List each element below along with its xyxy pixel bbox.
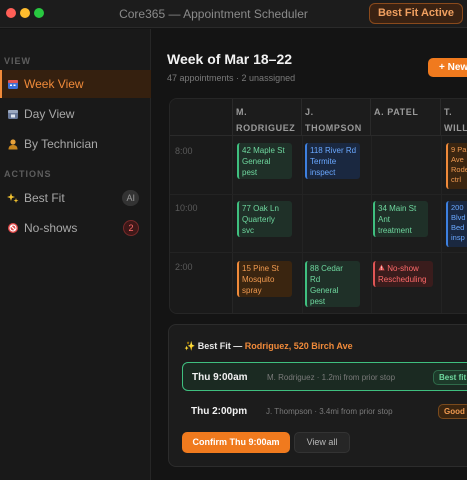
time-label-8: 8:00 bbox=[175, 146, 193, 156]
column-divider bbox=[441, 136, 442, 313]
page-title: Week of Mar 18–22 bbox=[167, 51, 293, 67]
sidebar-item-label: By Technician bbox=[24, 137, 98, 151]
column-divider bbox=[371, 136, 372, 313]
sidebar-item-by-technician[interactable]: By Technician bbox=[0, 130, 151, 158]
best-fit-heading: ✨ Best Fit — Rodriguez, 520 Birch Ave bbox=[184, 341, 353, 352]
appointment-card[interactable]: 15 Pine St Mosquito spray bbox=[237, 261, 292, 297]
best-fit-panel: ✨ Best Fit — Rodriguez, 520 Birch Ave Th… bbox=[168, 324, 467, 467]
sparkles-icon bbox=[6, 191, 20, 205]
slot-info: M. Rodriguez · 1.2mi from prior stop bbox=[267, 373, 396, 382]
sidebar-item-best-fit[interactable]: Best Fit AI bbox=[0, 184, 151, 212]
appointment-card[interactable]: 118 River Rd Termite inspect bbox=[305, 143, 360, 179]
sidebar-item-label: Best Fit bbox=[24, 191, 65, 205]
view-section-label: VIEW bbox=[4, 56, 32, 66]
appointment-card[interactable]: 77 Oak Ln Quarterly svc bbox=[237, 201, 292, 237]
ai-badge: AI bbox=[122, 190, 139, 206]
calendar-icon bbox=[6, 77, 20, 91]
confirm-slot-button[interactable]: Confirm Thu 9:00am bbox=[182, 432, 290, 453]
calendar-day-icon bbox=[6, 107, 20, 121]
column-header-patel[interactable]: A. PATEL bbox=[371, 99, 441, 136]
row-divider bbox=[170, 252, 467, 253]
view-all-button[interactable]: View all bbox=[294, 432, 350, 453]
slot-time: Thu 9:00am bbox=[192, 372, 248, 383]
row-divider bbox=[170, 194, 467, 195]
slot-info: J. Thompson · 3.4mi from prior stop bbox=[266, 407, 393, 416]
best-fit-heading-target: Rodriguez, 520 Birch Ave bbox=[244, 341, 353, 351]
no-show-icon bbox=[6, 221, 20, 235]
person-icon bbox=[6, 137, 20, 151]
column-divider bbox=[302, 136, 303, 313]
sidebar-item-no-shows[interactable]: No-shows 2 bbox=[0, 214, 151, 242]
week-calendar-grid: M. RODRIGUEZ J. THOMPSON A. PATEL T. WIL… bbox=[169, 98, 467, 314]
time-label-2: 2:00 bbox=[175, 262, 193, 272]
sidebar-item-label: No-shows bbox=[24, 221, 78, 235]
actions-section-label: ACTIONS bbox=[4, 169, 52, 179]
appointment-card[interactable]: 88 Cedar Rd General pest bbox=[305, 261, 360, 307]
no-shows-count-badge: 2 bbox=[123, 220, 139, 236]
time-column-header bbox=[170, 99, 233, 136]
no-show-title: No-show bbox=[387, 264, 419, 273]
best-fit-slot-option[interactable]: Thu 2:00pm J. Thompson · 3.4mi from prio… bbox=[182, 397, 467, 426]
appointment-card[interactable]: 42 Maple St General pest bbox=[237, 143, 292, 179]
sidebar-item-day-view[interactable]: Day View bbox=[0, 100, 151, 128]
no-show-status: Rescheduling bbox=[378, 275, 427, 284]
sidebar: VIEW Week View Day View By Technician AC… bbox=[0, 29, 151, 480]
good-fit-chip: Good bbox=[438, 404, 467, 419]
warning-icon bbox=[378, 264, 387, 273]
page-subtitle: 47 appointments · 2 unassigned bbox=[167, 73, 296, 83]
new-appointment-button[interactable]: + New bbox=[428, 58, 467, 77]
slot-time: Thu 2:00pm bbox=[191, 406, 248, 417]
best-fit-slot-option[interactable]: Thu 9:00am M. Rodriguez · 1.2mi from pri… bbox=[182, 362, 467, 391]
time-label-10: 10:00 bbox=[175, 203, 198, 213]
appointment-card[interactable]: 9 Pa Ave Rode ctrl bbox=[446, 143, 467, 189]
column-header-thompson[interactable]: J. THOMPSON bbox=[302, 99, 371, 136]
best-fit-mode-badge[interactable]: Best Fit Active bbox=[368, 3, 463, 24]
column-header-williams[interactable]: T. WILL bbox=[441, 99, 467, 136]
sidebar-item-label: Week View bbox=[24, 77, 84, 91]
best-fit-chip: Best fit bbox=[433, 370, 467, 385]
main-content: Week of Mar 18–22 47 appointments · 2 un… bbox=[152, 29, 467, 480]
title-bar: Core365 — Appointment Scheduler Best Fit… bbox=[0, 0, 467, 28]
sidebar-item-week-view[interactable]: Week View bbox=[0, 70, 151, 98]
appointment-card[interactable]: 34 Main St Ant treatment bbox=[373, 201, 428, 237]
best-fit-heading-prefix: ✨ Best Fit — bbox=[184, 341, 245, 351]
appointment-card[interactable]: 200 Blvd Bed insp bbox=[446, 201, 467, 247]
no-show-appointment-card[interactable]: No-show Rescheduling bbox=[373, 261, 433, 287]
sidebar-item-label: Day View bbox=[24, 107, 75, 121]
column-header-rodriguez[interactable]: M. RODRIGUEZ bbox=[233, 99, 302, 136]
